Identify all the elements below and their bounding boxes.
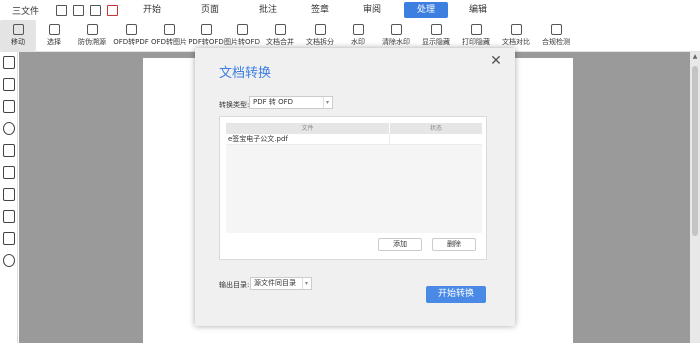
column-status: 状态 <box>429 125 442 132</box>
file-list-box: 文件 状态 e签宝电子公文.pdf 添加 删除 <box>219 116 487 260</box>
table-row[interactable]: e签宝电子公文.pdf <box>226 134 482 145</box>
close-icon[interactable]: ✕ <box>489 54 503 68</box>
file-table: 文件 状态 e签宝电子公文.pdf <box>226 123 482 233</box>
tool-merge[interactable]: 文档合并 <box>260 20 300 51</box>
file-menu-label: 三文件 <box>12 6 40 17</box>
dialog-title: 文档转换 <box>219 66 272 81</box>
tool-ofd-to-pdf[interactable]: OFD转PDF <box>112 20 150 51</box>
document-icon <box>430 24 442 35</box>
table-header: 文件 状态 <box>226 123 482 134</box>
tool-select[interactable]: 选择 <box>36 20 72 51</box>
vertical-scrollbar[interactable]: ▲ <box>690 52 700 343</box>
thumbnail-icon[interactable] <box>2 56 15 69</box>
convert-icon <box>236 24 248 35</box>
menu-tabs: 开始 页面 批注 签章 审阅 处理 编辑 <box>128 0 502 20</box>
cursor-icon <box>48 24 60 35</box>
menu-annotate[interactable]: 批注 <box>244 2 292 18</box>
split-icon <box>314 24 326 35</box>
menu-bar: 三文件 开始 页面 批注 签章 审阅 处理 编辑 <box>0 0 700 20</box>
menu-sign[interactable]: 签章 <box>296 2 344 18</box>
hand-icon <box>12 24 24 35</box>
annotation-icon[interactable] <box>2 144 15 157</box>
paperclip-icon[interactable] <box>2 254 15 267</box>
scroll-thumb[interactable] <box>692 66 698 236</box>
convert-dialog: 文档转换 ✕ 转换类型: PDF 转 OFD ▾ 文件 状态 e签宝电子公文.p… <box>195 48 515 326</box>
chevron-down-icon: ▾ <box>323 97 331 108</box>
menu-process[interactable]: 处理 <box>404 2 448 18</box>
file-name-cell: e签宝电子公文.pdf <box>226 134 390 144</box>
checklist-icon <box>550 24 562 35</box>
menu-page[interactable]: 页面 <box>186 2 234 18</box>
menu-start[interactable]: 开始 <box>128 2 176 18</box>
print-icon[interactable] <box>90 4 101 16</box>
tool-clear-watermark[interactable]: 清除水印 <box>376 20 416 51</box>
print-icon <box>470 24 482 35</box>
left-sidebar <box>0 52 18 343</box>
convert-icon <box>200 24 212 35</box>
menu-edit[interactable]: 编辑 <box>454 2 502 18</box>
brush-icon <box>390 24 402 35</box>
add-button[interactable]: 添加 <box>378 238 422 251</box>
bookmark-icon[interactable] <box>2 100 15 113</box>
droplet-icon <box>352 24 364 35</box>
export-icon[interactable] <box>107 4 118 16</box>
output-select[interactable]: 源文件同目录 ▾ <box>250 277 312 290</box>
tool-ofd-to-image[interactable]: OFD转图片 <box>150 20 188 51</box>
chevron-down-icon: ▾ <box>302 278 310 289</box>
attachment-list-icon[interactable] <box>2 210 15 223</box>
tool-anti-counterfeit[interactable]: 防伪溯源 <box>72 20 112 51</box>
tool-compare[interactable]: 文档对比 <box>496 20 536 51</box>
structure-icon[interactable] <box>2 122 15 135</box>
tool-print-hidden[interactable]: 打印隐藏 <box>456 20 496 51</box>
tool-split[interactable]: 文档拆分 <box>300 20 340 51</box>
compare-icon <box>510 24 522 35</box>
status-cell <box>390 134 482 144</box>
scroll-up-icon[interactable]: ▲ <box>690 52 700 60</box>
save-icon[interactable] <box>73 4 84 16</box>
layers-icon[interactable] <box>2 166 15 179</box>
signature-icon[interactable] <box>2 188 15 201</box>
convert-icon <box>125 24 137 35</box>
file-menu[interactable]: 三文件 <box>0 4 50 17</box>
output-value: 源文件同目录 <box>254 279 296 287</box>
comment-icon[interactable] <box>2 232 15 245</box>
tool-pdf-to-ofd[interactable]: PDF转OFD <box>188 20 224 51</box>
page-icon[interactable] <box>2 78 15 91</box>
tool-compliance[interactable]: 合规检测 <box>536 20 576 51</box>
menu-review[interactable]: 审阅 <box>348 2 396 18</box>
tool-show-hidden[interactable]: 显示隐藏 <box>416 20 456 51</box>
tool-image-to-ofd[interactable]: 图片转OFD <box>224 20 260 51</box>
tool-watermark[interactable]: 水印 <box>340 20 376 51</box>
column-file: 文件 <box>226 123 390 134</box>
open-folder-icon[interactable] <box>56 4 67 16</box>
quick-access <box>50 4 118 16</box>
convert-type-value: PDF 转 OFD <box>253 98 294 106</box>
output-label: 输出目录: <box>219 281 250 289</box>
convert-icon <box>163 24 175 35</box>
delete-button[interactable]: 删除 <box>432 238 476 251</box>
start-convert-button[interactable]: 开始转换 <box>426 286 486 303</box>
merge-icon <box>274 24 286 35</box>
tool-move[interactable]: 移动 <box>0 20 36 51</box>
search-icon <box>86 24 98 35</box>
convert-type-select[interactable]: PDF 转 OFD ▾ <box>249 96 333 109</box>
convert-type-label: 转换类型: <box>219 101 250 109</box>
